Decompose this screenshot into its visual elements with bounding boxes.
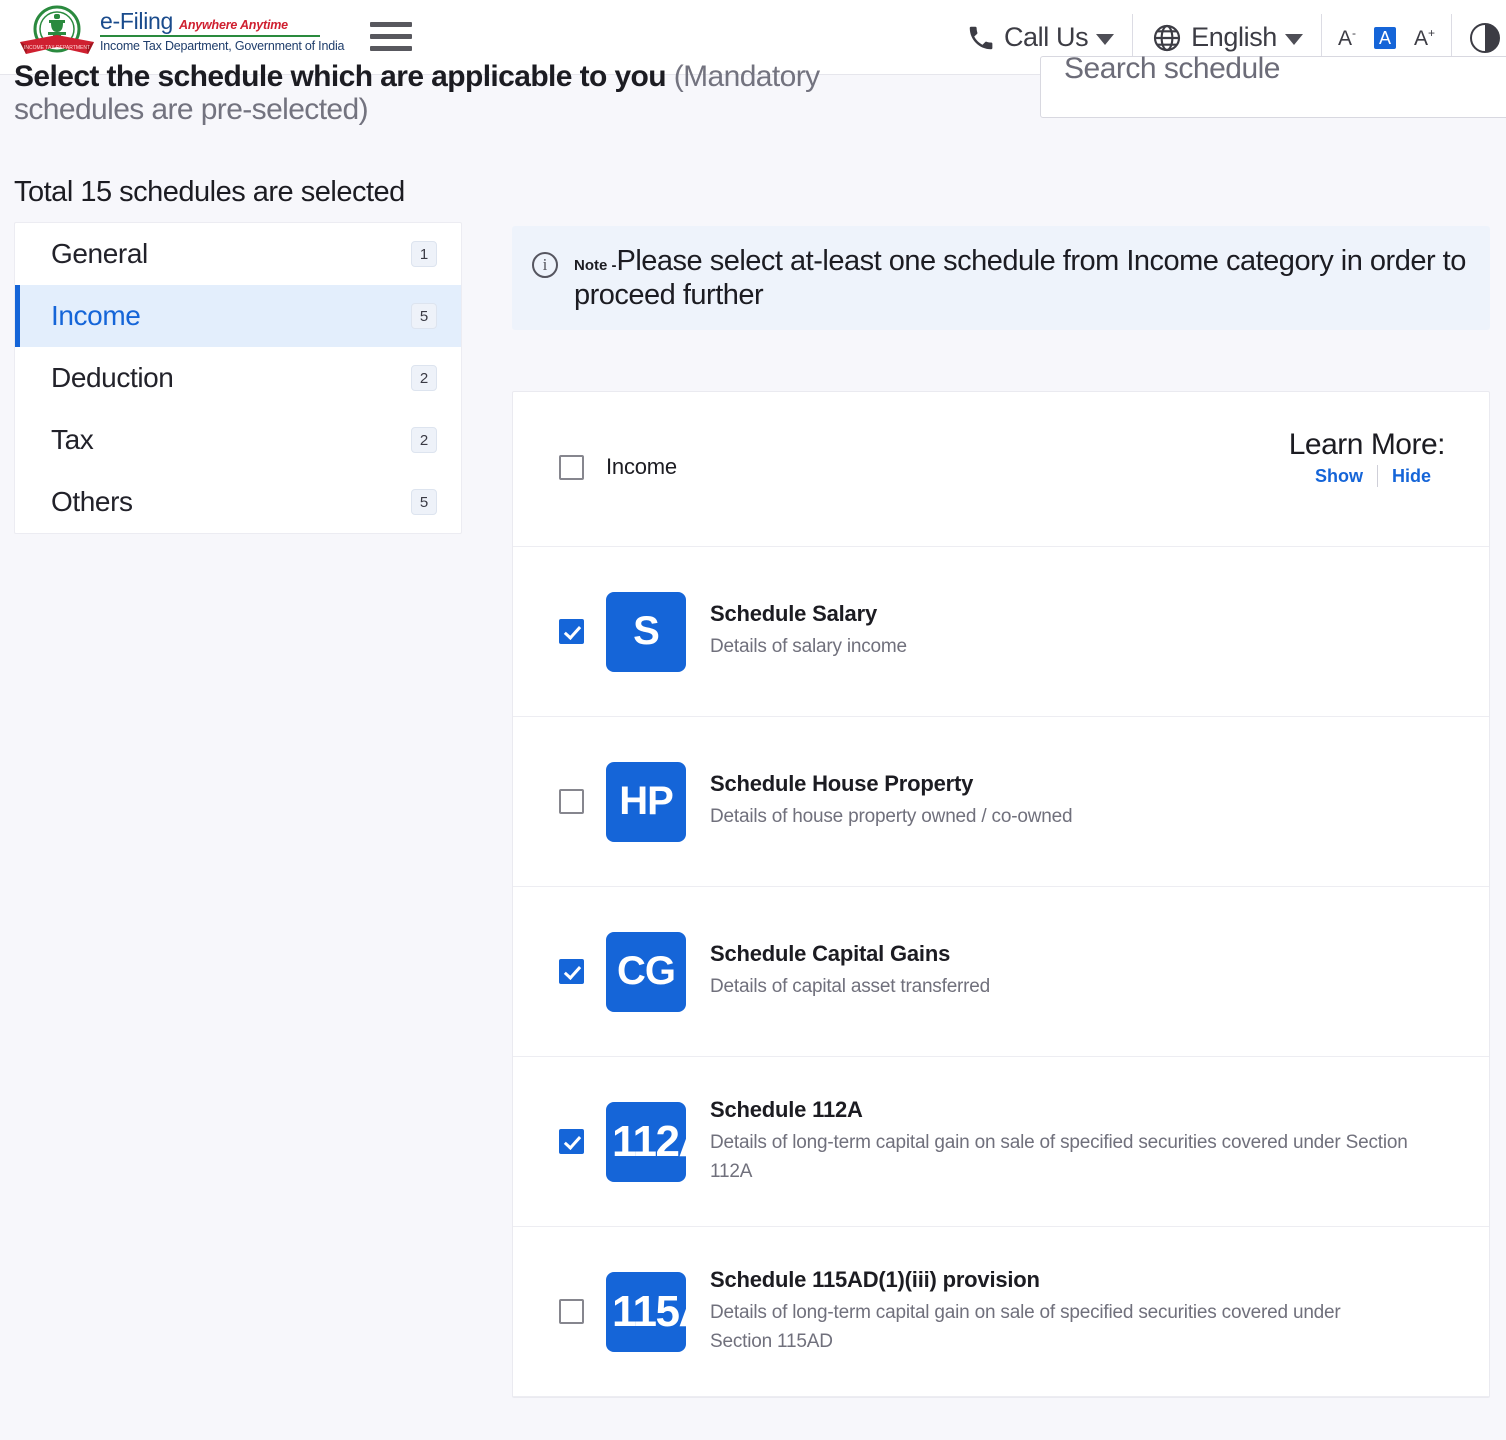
- font-normal-button[interactable]: A: [1373, 26, 1396, 49]
- schedule-title: Schedule 112A: [710, 1096, 863, 1122]
- schedule-card: Income Learn More: Show Hide S Schedule …: [512, 391, 1490, 1398]
- schedule-card-header: Income Learn More: Show Hide: [513, 392, 1489, 547]
- category-sidebar: General 1 Income 5 Deduction 2 Tax 2 Oth…: [14, 222, 462, 534]
- brand-divider: [100, 35, 320, 37]
- table-row[interactable]: CG Schedule Capital Gains Details of cap…: [513, 887, 1489, 1057]
- schedule-title: Schedule 115AD(1)(iii) provision: [710, 1266, 1040, 1292]
- schedule-description: Details of salary income: [710, 636, 907, 658]
- table-row[interactable]: S Schedule Salary Details of salary inco…: [513, 547, 1489, 717]
- schedule-title: Schedule House Property: [710, 771, 974, 797]
- sidebar-item-count: 2: [411, 365, 437, 391]
- table-row[interactable]: 115AD Schedule 115AD(1)(iii) provision D…: [513, 1227, 1489, 1397]
- sidebar-item-label: Others: [51, 486, 133, 517]
- font-increase-button[interactable]: A+: [1414, 27, 1435, 49]
- schedule-checkbox-salary[interactable]: [559, 619, 584, 644]
- sidebar-item-general[interactable]: General 1: [15, 223, 461, 285]
- sidebar-item-others[interactable]: Others 5: [15, 471, 461, 533]
- sidebar-item-label: Income: [51, 300, 141, 331]
- contrast-icon: [1470, 22, 1500, 53]
- call-us-label: Call Us: [1003, 22, 1089, 52]
- svg-text:INCOME TAX DEPARTMENT: INCOME TAX DEPARTMENT: [24, 45, 90, 51]
- category-checkbox[interactable]: [559, 454, 584, 480]
- sidebar-item-count: 2: [411, 427, 437, 453]
- category-select-all[interactable]: Income: [559, 454, 677, 480]
- font-decrease-button[interactable]: A-: [1338, 27, 1356, 49]
- sidebar-item-label: Tax: [51, 424, 94, 455]
- sidebar-item-label: General: [51, 238, 148, 269]
- schedule-description: Details of capital asset transferred: [710, 976, 991, 998]
- search-schedule-input[interactable]: [1040, 56, 1506, 118]
- learn-more-hide-link[interactable]: Hide: [1378, 466, 1445, 487]
- brand-text: e-Filing Anywhere Anytime Income Tax Dep…: [100, 4, 344, 53]
- brand-tagline: Anywhere Anytime: [179, 18, 288, 32]
- schedule-tile-label: 112A: [612, 1116, 686, 1166]
- page-title: Select the schedule which are applicable…: [14, 60, 914, 126]
- brand-efiling: e-Filing: [100, 8, 174, 34]
- font-size-controls: A- A A+: [1322, 14, 1451, 62]
- page-title-main: Select the schedule which are applicable…: [14, 60, 667, 93]
- total-selected-text: Total 15 schedules are selected: [14, 176, 405, 208]
- schedule-tile-label: 115AD: [612, 1286, 686, 1336]
- call-us-button[interactable]: Call Us: [948, 14, 1132, 62]
- note-banner: i Note -Please select at-least one sched…: [512, 226, 1490, 331]
- globe-icon: [1154, 24, 1181, 51]
- schedule-tile-capital-gains: CG: [606, 931, 686, 1012]
- schedule-tile-label: CG: [617, 949, 676, 993]
- page-root: INCOME TAX DEPARTMENT e-Filing Anywhere …: [0, 0, 1506, 1440]
- sidebar-item-tax[interactable]: Tax 2: [15, 409, 461, 471]
- schedule-text: Schedule House Property Details of house…: [710, 771, 1445, 831]
- schedule-text: Schedule 112A Details of long-term capit…: [710, 1097, 1445, 1187]
- schedule-tile-salary: S: [606, 591, 686, 672]
- table-row[interactable]: HP Schedule House Property Details of ho…: [513, 717, 1489, 887]
- chevron-down-icon: [1284, 34, 1303, 45]
- info-icon: i: [532, 252, 558, 278]
- sidebar-item-income[interactable]: Income 5: [15, 285, 461, 347]
- schedule-tile-label: HP: [619, 779, 674, 823]
- schedule-tile-112a: 112A: [606, 1101, 686, 1182]
- schedule-description: Details of house property owned / co-own…: [710, 806, 1073, 828]
- schedule-checkbox-115ad[interactable]: [559, 1299, 584, 1324]
- site-logo[interactable]: INCOME TAX DEPARTMENT e-Filing Anywhere …: [18, 4, 344, 60]
- learn-more-show-link[interactable]: Show: [1301, 466, 1377, 487]
- table-row[interactable]: 112A Schedule 112A Details of long-term …: [513, 1057, 1489, 1227]
- schedule-checkbox-112a[interactable]: [559, 1129, 584, 1154]
- schedule-checkbox-house-property[interactable]: [559, 789, 584, 814]
- sidebar-item-label: Deduction: [51, 362, 174, 393]
- language-selector[interactable]: English: [1133, 14, 1321, 62]
- sidebar-item-deduction[interactable]: Deduction 2: [15, 347, 461, 409]
- schedule-text: Schedule Capital Gains Details of capita…: [710, 941, 1445, 1001]
- note-label: Note -: [574, 257, 617, 274]
- india-emblem-icon: INCOME TAX DEPARTMENT: [18, 4, 96, 60]
- sidebar-item-count: 1: [411, 241, 437, 267]
- schedule-title: Schedule Salary: [710, 601, 877, 627]
- schedule-title: Schedule Capital Gains: [710, 941, 951, 967]
- schedule-checkbox-capital-gains[interactable]: [559, 959, 584, 984]
- brand-department: Income Tax Department, Government of Ind…: [100, 38, 345, 53]
- schedule-tile-label: S: [633, 609, 660, 653]
- note-body: Note -Please select at-least one schedul…: [574, 244, 1470, 312]
- hamburger-menu-icon[interactable]: [370, 22, 412, 56]
- schedule-tile-115ad: 115AD: [606, 1271, 686, 1352]
- language-label: English: [1191, 22, 1277, 52]
- chevron-down-icon: [1096, 34, 1115, 45]
- learn-more-title: Learn More:: [1288, 428, 1446, 461]
- schedule-description: Details of long-term capital gain on sal…: [710, 1301, 1341, 1352]
- schedule-text: Schedule Salary Details of salary income: [710, 601, 1445, 661]
- schedule-description: Details of long-term capital gain on sal…: [710, 1131, 1408, 1182]
- note-text: Please select at-least one schedule from…: [574, 245, 1466, 312]
- sidebar-item-count: 5: [411, 303, 437, 329]
- sidebar-item-count: 5: [411, 489, 437, 515]
- schedule-text: Schedule 115AD(1)(iii) provision Details…: [710, 1267, 1445, 1357]
- phone-icon: [969, 26, 993, 49]
- learn-more-section: Learn More: Show Hide: [1288, 428, 1446, 487]
- category-label: Income: [606, 454, 677, 479]
- contrast-toggle-button[interactable]: [1452, 14, 1506, 62]
- schedule-tile-house-property: HP: [606, 761, 686, 842]
